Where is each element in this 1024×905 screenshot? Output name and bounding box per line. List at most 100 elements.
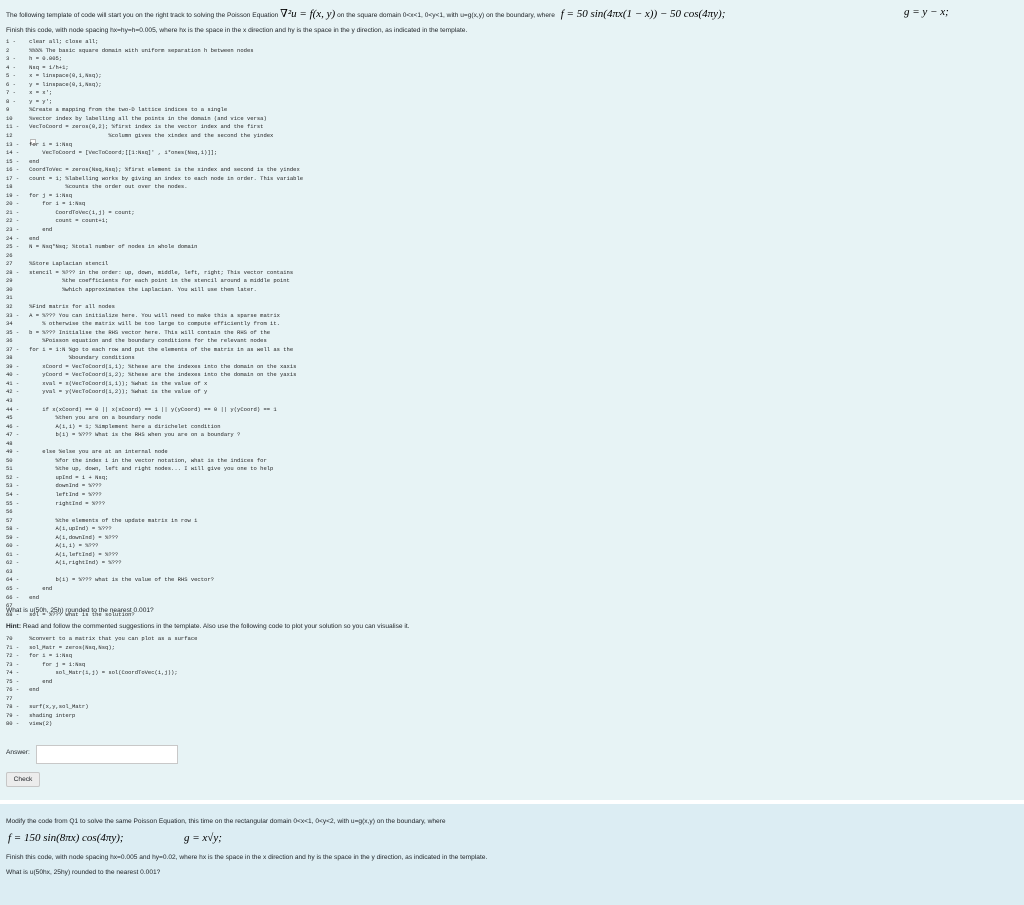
code-line: 76 - end — [6, 686, 40, 694]
code-line: 71 - sol_Matr = zeros(Nsq,Nsq); — [6, 643, 115, 651]
code-line: 15 - end — [6, 157, 40, 165]
code-line: 63 — [6, 567, 13, 575]
hint-text: Read and follow the commented suggestion… — [22, 623, 410, 630]
code-line: 74 - sol_Matr(i,j) = sol(CoordToVec(i,j)… — [6, 669, 178, 677]
code-line: 40 - yCoord = VecToCoord(i,2); %these ar… — [6, 371, 297, 379]
code-line: 33 - A = %??? You can initialize here. Y… — [6, 311, 280, 319]
answer-label: Answer: — [6, 749, 30, 756]
code-line: 42 - yval = y(VecToCoord(i,2)); %what is… — [6, 388, 208, 396]
code-line: 51 %the up, down, left and right nodes..… — [6, 465, 274, 473]
question-text: What is u(50h, 25h) rounded to the neare… — [6, 607, 154, 614]
code-line: 25 - N = Nsq*Nsq; %total number of nodes… — [6, 243, 198, 251]
intro-text: The following template of code will star… — [6, 12, 279, 19]
code-line: 9 %Create a mapping from the two-D latti… — [6, 106, 228, 114]
code-line: 56 — [6, 508, 13, 516]
finish-instructions: Finish this code, with node spacing hx=h… — [6, 27, 468, 34]
code-line: 77 — [6, 694, 13, 702]
code-line: 45 %then you are on a boundary node — [6, 414, 162, 422]
code-line: 36 %Poisson equation and the boundary co… — [6, 337, 267, 345]
question-1-intro: The following template of code will star… — [6, 7, 725, 20]
code-line: 60 - A(i,i) = %??? — [6, 542, 99, 550]
plot-code: 70 %convert to a matrix that you can plo… — [6, 635, 197, 729]
code-line: 34 % otherwise the matrix will be too la… — [6, 320, 280, 328]
code-line: 66 - end — [6, 593, 40, 601]
code-line: 73 - for j = 1:Nsq — [6, 660, 86, 668]
code-line: 79 - shading interp — [6, 711, 76, 719]
code-line: 30 %which approximates the Laplacian. Yo… — [6, 285, 257, 293]
code-line: 29 %the coefficients for each point in t… — [6, 277, 290, 285]
code-line: 32 %Find matrix for all nodes — [6, 302, 115, 310]
code-line: 41 - xval = x(VecToCoord(i,1)); %what is… — [6, 379, 208, 387]
question-1-panel: The following template of code will star… — [0, 0, 1024, 795]
code-line: 20 - for i = 1:Nsq — [6, 200, 86, 208]
check-button[interactable]: Check — [6, 772, 40, 787]
code-line: 31 — [6, 294, 13, 302]
g-equation: g = y − x; — [904, 6, 949, 18]
code-line: 17 - count = 1; %labelling works by givi… — [6, 174, 304, 182]
code-line: 78 - surf(x,y,sol_Matr) — [6, 703, 89, 711]
code-line: 75 - end — [6, 677, 53, 685]
code-line: 72 - for i = 1:Nsq — [6, 652, 73, 660]
q2-finish-instructions: Finish this code, with node spacing hx=0… — [6, 854, 488, 861]
code-line: 13 - for i = 1:Nsq — [6, 140, 73, 148]
q2-f-equation: f = 150 sin(8πx) cos(4πy); — [8, 832, 124, 844]
code-line: 43 — [6, 396, 13, 404]
code-line: 14 - VecToCoord = [VecToCoord;[[1:Nsq]' … — [6, 149, 218, 157]
code-line: 22 - count = count+1; — [6, 217, 109, 225]
answer-input[interactable] — [36, 745, 178, 764]
code-line: 38 %boundary conditions — [6, 354, 135, 362]
code-line: 64 - b(i) = %??? what is the value of th… — [6, 576, 214, 584]
q2-g-equation: g = x√y; — [184, 832, 222, 844]
code-line: 44 - if x(xCoord) == 0 || x(xCoord) == 1… — [6, 405, 277, 413]
code-line: 5 - x = linspace(0,1,Nsq); — [6, 72, 102, 80]
code-line: 46 - A(i,i) = 1; %implement here a diric… — [6, 422, 221, 430]
f-equation: f = 50 sin(4πx(1 − x)) − 50 cos(4πy); — [560, 8, 726, 20]
question-2-intro: Modify the code from Q1 to solve the sam… — [6, 818, 446, 825]
code-line: 61 - A(i,leftInd) = %??? — [6, 550, 119, 558]
domain-text: on the square domain 0<x<1, 0<y<1, with … — [337, 12, 555, 19]
code-line: 10 %vector index by labelling all the po… — [6, 114, 267, 122]
code-line: 50 %for the index i in the vector notati… — [6, 456, 267, 464]
code-line: 28 - stencil = %??? in the order: up, do… — [6, 268, 294, 276]
code-line: 58 - A(i,upInd) = %??? — [6, 525, 112, 533]
code-line: 24 - end — [6, 234, 40, 242]
code-line: 59 - A(i,downInd) = %??? — [6, 533, 119, 541]
hint-label: Hint: — [6, 623, 22, 630]
code-line: 1 - clear all; close all; — [6, 38, 99, 45]
q2-question-text: What is u(50hx, 25hy) rounded to the nea… — [6, 869, 161, 876]
code-line: 80 - view(2) — [6, 720, 53, 728]
code-line: 18 %counts the order out over the nodes. — [6, 183, 188, 191]
code-line: 65 - end — [6, 585, 53, 592]
poisson-equation: ∇²u = f(x, y) — [280, 8, 336, 20]
code-line: 7 - x = x'; — [6, 89, 53, 97]
hint: Hint: Read and follow the commented sugg… — [6, 623, 410, 630]
code-line: 19 - for j = 1:Nsq — [6, 191, 73, 199]
code-line: 11 - VecToCoord = zeros(0,2); %first ind… — [6, 123, 264, 131]
code-line: 54 - leftInd = %??? — [6, 490, 102, 498]
code-line: 21 - CoordToVec(i,j) = count; — [6, 208, 135, 216]
code-line: 49 - else %else you are at an internal n… — [6, 448, 168, 456]
code-line: 3 - h = 0.005; — [6, 55, 63, 63]
code-line: 52 - upInd = i + Nsq; — [6, 473, 109, 481]
code-line: 12 %column gives the xindex and the seco… — [6, 132, 274, 140]
code-line: 48 — [6, 439, 13, 447]
code-line: 2 %%%% The basic square domain with unif… — [6, 46, 254, 54]
code-line: 53 - downInd = %??? — [6, 482, 102, 490]
code-line: 70 %convert to a matrix that you can plo… — [6, 635, 198, 642]
code-line: 62 - A(i,rightInd) = %??? — [6, 559, 122, 567]
code-line: 4 - Nsq = 1/h+1; — [6, 63, 69, 71]
code-line: 57 %the elements of the update matrix in… — [6, 516, 198, 524]
code-line: 35 - b = %??? Initialise the RHS vector … — [6, 328, 271, 336]
code-line: 39 - xCoord = VecToCoord(i,1); %these ar… — [6, 362, 297, 370]
code-line: 6 - y = linspace(0,1,Nsq); — [6, 80, 102, 88]
code-line: 26 — [6, 251, 13, 259]
code-line: 55 - rightInd = %??? — [6, 499, 106, 507]
code-line: 47 - b(i) = %??? What is the RHS when yo… — [6, 431, 241, 439]
code-line: 37 - for i = 1:N %go to each row and put… — [6, 345, 294, 353]
code-template: 1 - clear all; close all; 2 %%%% The basi… — [6, 38, 303, 619]
code-line: 23 - end — [6, 226, 53, 234]
code-line: 27 %Store Laplacian stencil — [6, 260, 109, 268]
code-line: 16 - CoordToVec = zeros(Nsq,Nsq); %first… — [6, 166, 300, 174]
code-line: 8 - y = y'; — [6, 97, 53, 105]
question-2-panel: Modify the code from Q1 to solve the sam… — [0, 800, 1024, 905]
